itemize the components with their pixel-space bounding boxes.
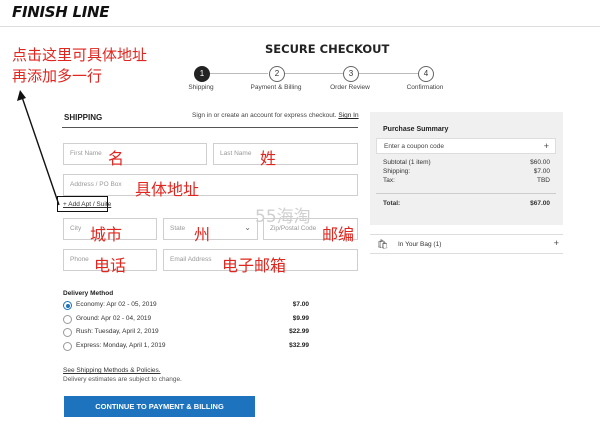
watermark: 55海淘 bbox=[255, 207, 311, 227]
annotation-first-name: 名 bbox=[108, 149, 125, 168]
annotation-state: 州 bbox=[194, 225, 211, 244]
annotation-phone: 电话 bbox=[94, 256, 127, 275]
annotation-zip: 邮编 bbox=[322, 225, 355, 244]
annotation-last-name: 姓 bbox=[260, 149, 277, 168]
annotation-email: 电子邮箱 bbox=[222, 256, 287, 275]
annotation-highlight-box bbox=[57, 196, 108, 212]
annotation-address: 具体地址 bbox=[135, 180, 200, 199]
annotation-city: 城市 bbox=[90, 225, 123, 244]
